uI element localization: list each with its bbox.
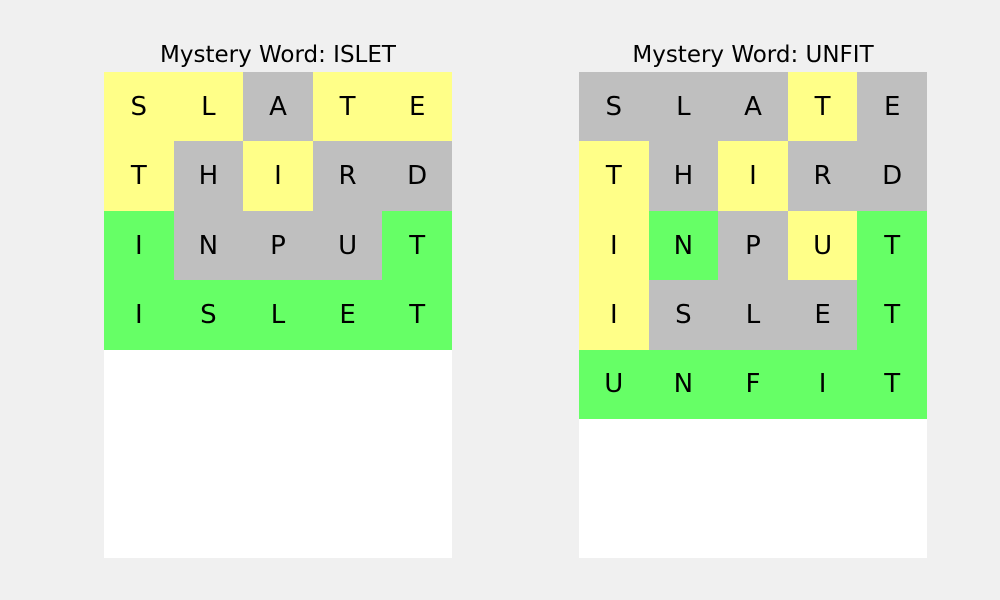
letter-tile: E — [312, 280, 383, 350]
letter-tile — [857, 488, 927, 558]
letter-tile — [648, 419, 719, 489]
letter-tile: T — [312, 72, 383, 142]
letter-tile — [173, 419, 244, 489]
letter-tile — [173, 349, 244, 420]
letter-tile: U — [579, 349, 649, 420]
letter-tile: U — [787, 210, 858, 281]
letter-tile — [104, 349, 174, 420]
letter-tile — [312, 488, 383, 558]
letter-tile: T — [104, 141, 174, 211]
letter-tile — [382, 488, 452, 558]
letter-tile: S — [173, 280, 244, 350]
letter-tile: I — [243, 141, 313, 211]
letter-tile — [382, 419, 452, 489]
letter-tile: R — [312, 141, 383, 211]
letter-tile: T — [857, 210, 927, 281]
letter-tile: T — [857, 280, 927, 350]
letter-tile: I — [104, 210, 174, 281]
letter-tile — [104, 488, 174, 558]
letter-tile — [382, 349, 452, 420]
letter-grid: SLATETHIRDINPUTISLET — [104, 72, 452, 558]
letter-tile: P — [718, 210, 788, 281]
letter-tile: T — [579, 141, 649, 211]
letter-tile — [243, 488, 313, 558]
letter-tile — [104, 419, 174, 489]
letter-tile: L — [648, 72, 719, 142]
letter-tile: F — [718, 349, 788, 420]
letter-tile: U — [312, 210, 383, 281]
letter-tile: E — [857, 72, 927, 142]
letter-tile: T — [382, 210, 452, 281]
letter-tile: T — [787, 72, 858, 142]
letter-tile: D — [382, 141, 452, 211]
letter-tile: H — [648, 141, 719, 211]
letter-tile: S — [579, 72, 649, 142]
board-title: Mystery Word: UNFIT — [632, 42, 874, 68]
letter-tile: E — [382, 72, 452, 142]
letter-tile — [718, 488, 788, 558]
letter-tile: E — [787, 280, 858, 350]
letter-tile: A — [243, 72, 313, 142]
letter-tile: L — [243, 280, 313, 350]
letter-tile — [787, 419, 858, 489]
letter-tile: I — [787, 349, 858, 420]
letter-tile: N — [648, 210, 719, 281]
board-title: Mystery Word: ISLET — [160, 42, 396, 68]
letter-tile: I — [579, 280, 649, 350]
letter-tile: S — [104, 72, 174, 142]
letter-tile — [579, 419, 649, 489]
letter-tile — [579, 488, 649, 558]
letter-tile: D — [857, 141, 927, 211]
letter-tile — [312, 419, 383, 489]
letter-tile: R — [787, 141, 858, 211]
letter-tile — [173, 488, 244, 558]
letter-tile: H — [173, 141, 244, 211]
letter-tile: I — [579, 210, 649, 281]
letter-tile: S — [648, 280, 719, 350]
letter-tile: L — [173, 72, 244, 142]
letter-tile — [857, 419, 927, 489]
letter-tile — [243, 419, 313, 489]
letter-tile: I — [718, 141, 788, 211]
letter-tile: L — [718, 280, 788, 350]
letter-grid: SLATETHIRDINPUTISLETUNFIT — [579, 72, 927, 558]
letter-tile — [243, 349, 313, 420]
letter-tile: T — [857, 349, 927, 420]
letter-tile: N — [648, 349, 719, 420]
letter-tile: P — [243, 210, 313, 281]
letter-tile — [648, 488, 719, 558]
letter-tile: A — [718, 72, 788, 142]
letter-tile: T — [382, 280, 452, 350]
letter-tile: I — [104, 280, 174, 350]
letter-tile — [718, 419, 788, 489]
letter-tile — [312, 349, 383, 420]
letter-tile — [787, 488, 858, 558]
letter-tile: N — [173, 210, 244, 281]
